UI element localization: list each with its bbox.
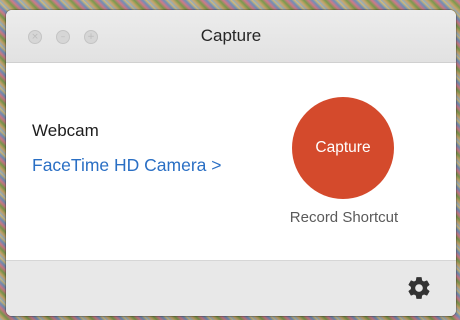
title-bar[interactable]: × – + Capture — [6, 10, 456, 63]
window-title: Capture — [200, 26, 262, 45]
webcam-label: Webcam — [32, 121, 99, 140]
camera-select-link[interactable]: FaceTime HD Camera > — [32, 155, 221, 176]
gear-icon[interactable] — [406, 275, 432, 301]
capture-window: × – + Capture Webcam FaceTime HD Camera … — [6, 10, 456, 316]
record-shortcut-button[interactable]: Record Shortcut — [270, 209, 418, 226]
footer-bar — [6, 260, 456, 316]
main-content: Webcam FaceTime HD Camera > Capture Reco… — [6, 63, 456, 259]
capture-button[interactable]: Capture — [292, 97, 394, 199]
